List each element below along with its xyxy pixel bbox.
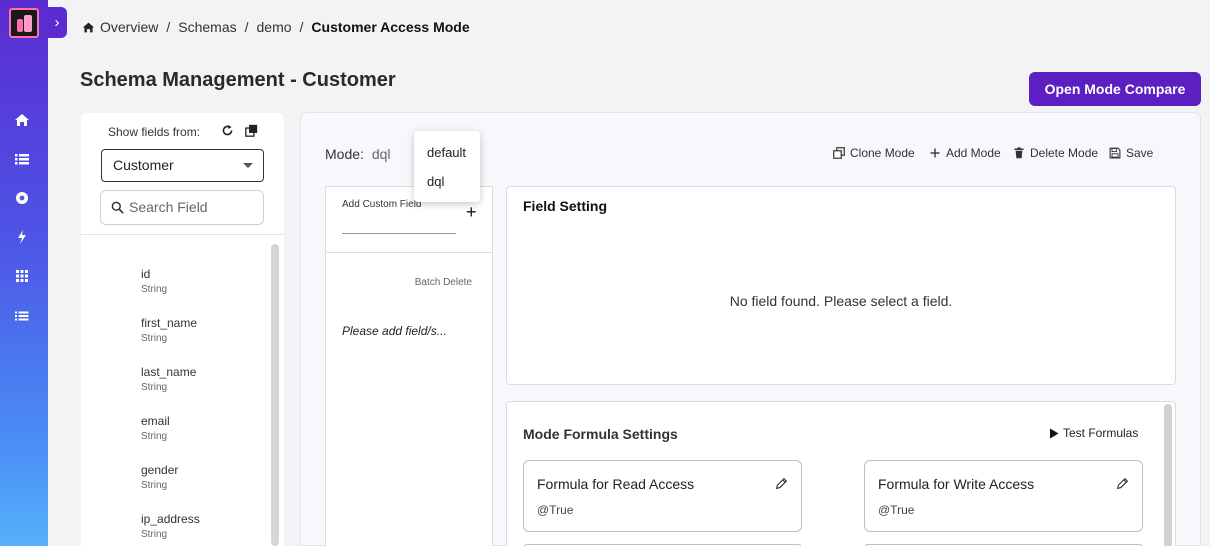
mode-dropdown-menu: default dql xyxy=(414,131,480,202)
breadcrumb-separator: / xyxy=(244,19,249,35)
add-custom-field-plus-icon[interactable]: + xyxy=(466,202,477,223)
add-custom-field-input[interactable]: Add Custom Field xyxy=(342,199,421,210)
field-list-scrollbar[interactable] xyxy=(271,244,279,546)
fields-panel: Show fields from: Customer Search Field … xyxy=(81,113,284,546)
empty-fields-text: Please add field/s... xyxy=(342,324,447,338)
write-access-formula-card[interactable]: Formula for Write Access @True xyxy=(864,460,1143,532)
batch-delete-button[interactable]: Batch Delete xyxy=(415,277,472,288)
field-item[interactable]: first_name String xyxy=(141,316,200,365)
play-icon xyxy=(1050,428,1059,438)
menu-list-icon[interactable] xyxy=(14,308,30,324)
input-underline xyxy=(342,233,456,234)
field-type: String xyxy=(141,431,168,442)
copy-icon[interactable] xyxy=(245,124,258,137)
delete-mode-label: Delete Mode xyxy=(1030,146,1099,160)
field-list: id String first_name String last_name Strin… xyxy=(141,267,200,546)
mode-option-default[interactable]: default xyxy=(427,145,466,160)
breadcrumb: Overview / Schemas / demo / Customer Acc… xyxy=(82,19,470,35)
breadcrumb-demo[interactable]: demo xyxy=(257,19,292,35)
field-source-select[interactable]: Customer xyxy=(101,149,264,182)
show-fields-label: Show fields from: xyxy=(108,125,201,139)
field-type: String xyxy=(141,480,168,491)
formula-card-title: Formula for Write Access xyxy=(878,476,1035,492)
mode-formula-scrollbar[interactable] xyxy=(1164,404,1172,546)
search-placeholder: Search Field xyxy=(129,199,208,215)
home-icon[interactable] xyxy=(14,112,30,128)
field-setting-empty-text: No field found. Please select a field. xyxy=(729,293,953,309)
field-item[interactable]: last_name String xyxy=(141,365,200,414)
mode-option-dql[interactable]: dql xyxy=(427,174,444,189)
test-formulas-label: Test Formulas xyxy=(1063,426,1139,440)
breadcrumb-overview[interactable]: Overview xyxy=(100,19,158,35)
pencil-icon[interactable] xyxy=(775,477,788,490)
breadcrumb-separator: / xyxy=(166,19,171,35)
test-formulas-button[interactable]: Test Formulas xyxy=(1049,426,1138,440)
trash-icon xyxy=(1014,147,1024,159)
add-mode-label: Add Mode xyxy=(946,146,1001,160)
field-item[interactable]: ip_address String xyxy=(141,512,200,546)
field-type: String xyxy=(141,529,168,540)
field-type: String xyxy=(141,333,168,344)
read-access-formula-card[interactable]: Formula for Read Access @True xyxy=(523,460,802,532)
save-icon xyxy=(1109,147,1121,159)
breadcrumb-schemas[interactable]: Schemas xyxy=(178,19,236,35)
mode-formula-panel: Mode Formula Settings Test Formulas Form… xyxy=(506,401,1176,546)
field-source-value: Customer xyxy=(113,157,174,173)
field-name: email xyxy=(141,414,170,428)
field-type: String xyxy=(141,284,168,295)
add-mode-button[interactable]: Add Mode xyxy=(929,146,1001,160)
expand-icon[interactable]: › xyxy=(47,7,67,38)
caret-down-icon xyxy=(243,163,253,168)
field-item[interactable]: gender String xyxy=(141,463,200,512)
formula-card-value: @True xyxy=(537,503,574,517)
custom-field-column: Add Custom Field + Batch Delete Please a… xyxy=(325,186,493,546)
page-title: Schema Management - Customer xyxy=(80,69,396,91)
save-label: Save xyxy=(1126,146,1154,160)
grid-icon[interactable] xyxy=(14,268,30,284)
field-item[interactable]: id String xyxy=(141,267,200,316)
formula-card-value: @True xyxy=(878,503,915,517)
breadcrumb-current: Customer Access Mode xyxy=(311,19,470,35)
search-field-input[interactable]: Search Field xyxy=(100,190,264,225)
divider xyxy=(81,234,284,235)
open-mode-compare-button[interactable]: Open Mode Compare xyxy=(1029,72,1201,106)
formula-card-title: Formula for Read Access xyxy=(537,476,695,492)
clone-icon xyxy=(833,147,845,159)
clone-mode-button[interactable]: Clone Mode xyxy=(833,146,915,160)
refresh-icon[interactable] xyxy=(221,124,234,137)
breadcrumb-separator: / xyxy=(299,19,304,35)
field-item[interactable]: email String xyxy=(141,414,200,463)
save-button[interactable]: Save xyxy=(1109,146,1153,160)
mode-value: dql xyxy=(371,146,391,162)
divider xyxy=(326,252,492,253)
field-name: first_name xyxy=(141,316,198,330)
list-icon[interactable] xyxy=(14,151,30,167)
mode-formula-title: Mode Formula Settings xyxy=(523,426,678,442)
plus-icon xyxy=(930,148,940,158)
field-name: gender xyxy=(141,463,179,477)
field-name: ip_address xyxy=(141,512,200,526)
field-name: last_name xyxy=(141,365,197,379)
search-icon xyxy=(111,201,124,214)
sidebar xyxy=(0,0,48,546)
circle-icon[interactable] xyxy=(14,190,30,206)
bolt-icon[interactable] xyxy=(14,229,30,245)
mode-label: Mode: xyxy=(325,146,364,162)
field-setting-panel: Field Setting No field found. Please sel… xyxy=(506,186,1176,385)
field-type: String xyxy=(141,382,168,393)
delete-mode-button[interactable]: Delete Mode xyxy=(1013,146,1098,160)
mode-selector[interactable]: Mode: dql xyxy=(325,146,391,162)
clone-mode-label: Clone Mode xyxy=(850,146,915,160)
field-name: id xyxy=(141,267,151,281)
home-icon[interactable] xyxy=(82,21,95,34)
pencil-icon[interactable] xyxy=(1116,477,1129,490)
logo-icon[interactable] xyxy=(9,8,39,38)
field-setting-title: Field Setting xyxy=(523,198,607,214)
